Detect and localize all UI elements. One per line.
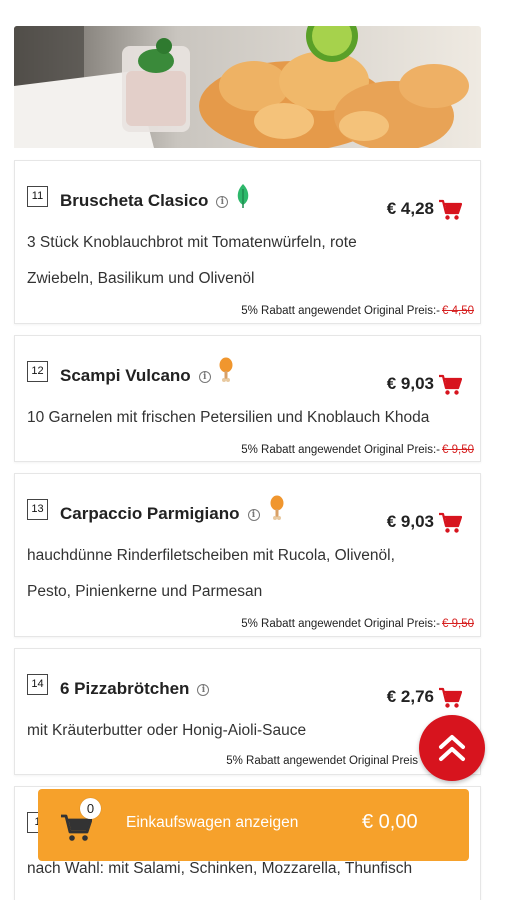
cart-count-badge: 0 (80, 798, 101, 819)
item-number: 12 (27, 361, 48, 382)
cart-label: Einkaufswagen anzeigen (126, 814, 299, 831)
discount-note: 5% Rabatt angewendet Original Preis (226, 755, 418, 767)
original-price: € 4,50 (442, 305, 474, 317)
add-to-cart-button[interactable] (438, 687, 462, 709)
item-price: € 4,28 (386, 199, 434, 218)
original-price: € 9,50 (442, 444, 474, 456)
info-icon[interactable]: i (216, 195, 229, 208)
menu-item-card[interactable]: 13 Carpaccio Parmigiano i € 9,03 hauchdün… (14, 473, 481, 637)
chicken-leg-icon (270, 495, 284, 520)
menu-item-card[interactable]: 12 Scampi Vulcano i € 9,03 10 Garnelen mi… (14, 335, 481, 462)
item-title: Scampi Vulcano i (60, 366, 211, 386)
discount-note: 5% Rabatt angewendet Original Preis:- € 4… (241, 305, 474, 317)
item-number: 11 (27, 186, 48, 207)
item-title: 6 Pizzabrötchen i (60, 679, 210, 699)
add-to-cart-button[interactable] (438, 512, 462, 534)
item-title: Carpaccio Parmigiano i (60, 504, 260, 524)
item-number: 13 (27, 499, 48, 520)
hero-food-image (14, 26, 481, 148)
chicken-leg-icon (219, 357, 233, 382)
add-to-cart-button[interactable] (438, 199, 462, 221)
menu-item-card[interactable]: 14 6 Pizzabrötchen i € 2,76 mit Kräuterbu… (14, 648, 481, 775)
item-description: 3 Stück Knoblauchbrot mit Tomatenwürfeln… (27, 234, 357, 287)
item-price: € 9,03 (386, 512, 434, 531)
info-icon[interactable]: i (247, 508, 260, 521)
item-price: € 9,03 (386, 374, 434, 393)
item-title: Bruscheta Clasico i (60, 191, 229, 211)
menu-item-card[interactable]: 11 Bruscheta Clasico i € 4,28 3 Stück Kno… (14, 160, 481, 324)
original-price: € 9,50 (442, 618, 474, 630)
item-number: 14 (27, 674, 48, 695)
info-icon[interactable]: i (198, 370, 211, 383)
view-cart-button[interactable]: 0 Einkaufswagen anzeigen € 0,00 (38, 789, 469, 861)
item-price: € 2,76 (386, 687, 434, 706)
info-icon[interactable]: i (197, 683, 210, 696)
cart-total: € 0,00 (362, 811, 418, 833)
item-description: 10 Garnelen mit frischen Petersilien und… (27, 409, 430, 426)
item-description: mit Kräuterbutter oder Honig-Aioli-Sauce (27, 722, 307, 739)
discount-note: 5% Rabatt angewendet Original Preis:- € 9… (241, 444, 474, 456)
add-to-cart-button[interactable] (438, 374, 462, 396)
double-chevron-up-icon (439, 735, 465, 761)
discount-note: 5% Rabatt angewendet Original Preis:- € 9… (241, 618, 474, 630)
scroll-to-top-button[interactable] (419, 715, 485, 781)
vegan-leaf-icon (237, 184, 249, 208)
item-description: hauchdünne Rinderfiletscheiben mit Rucol… (27, 547, 395, 600)
